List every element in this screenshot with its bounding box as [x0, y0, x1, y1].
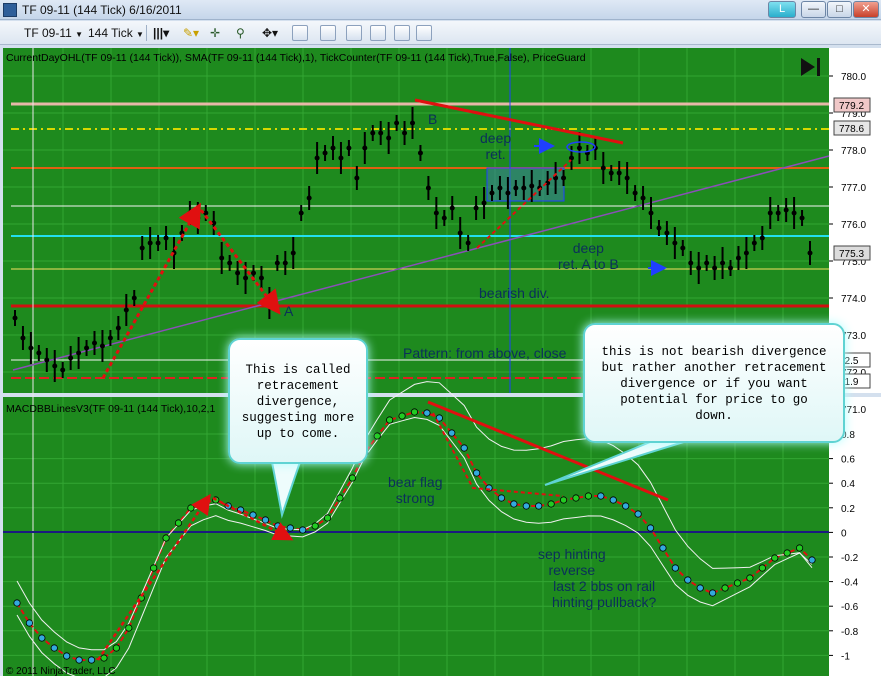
- ninjatrader-chart-window: TF 09-11 (144 Tick) 6/16/2011 L — □ ✕ TF…: [0, 0, 881, 676]
- retracement-callout: This is called retracement divergence, s…: [228, 338, 368, 464]
- not-bearish-callout: this is not bearish divergence but rathe…: [583, 323, 845, 443]
